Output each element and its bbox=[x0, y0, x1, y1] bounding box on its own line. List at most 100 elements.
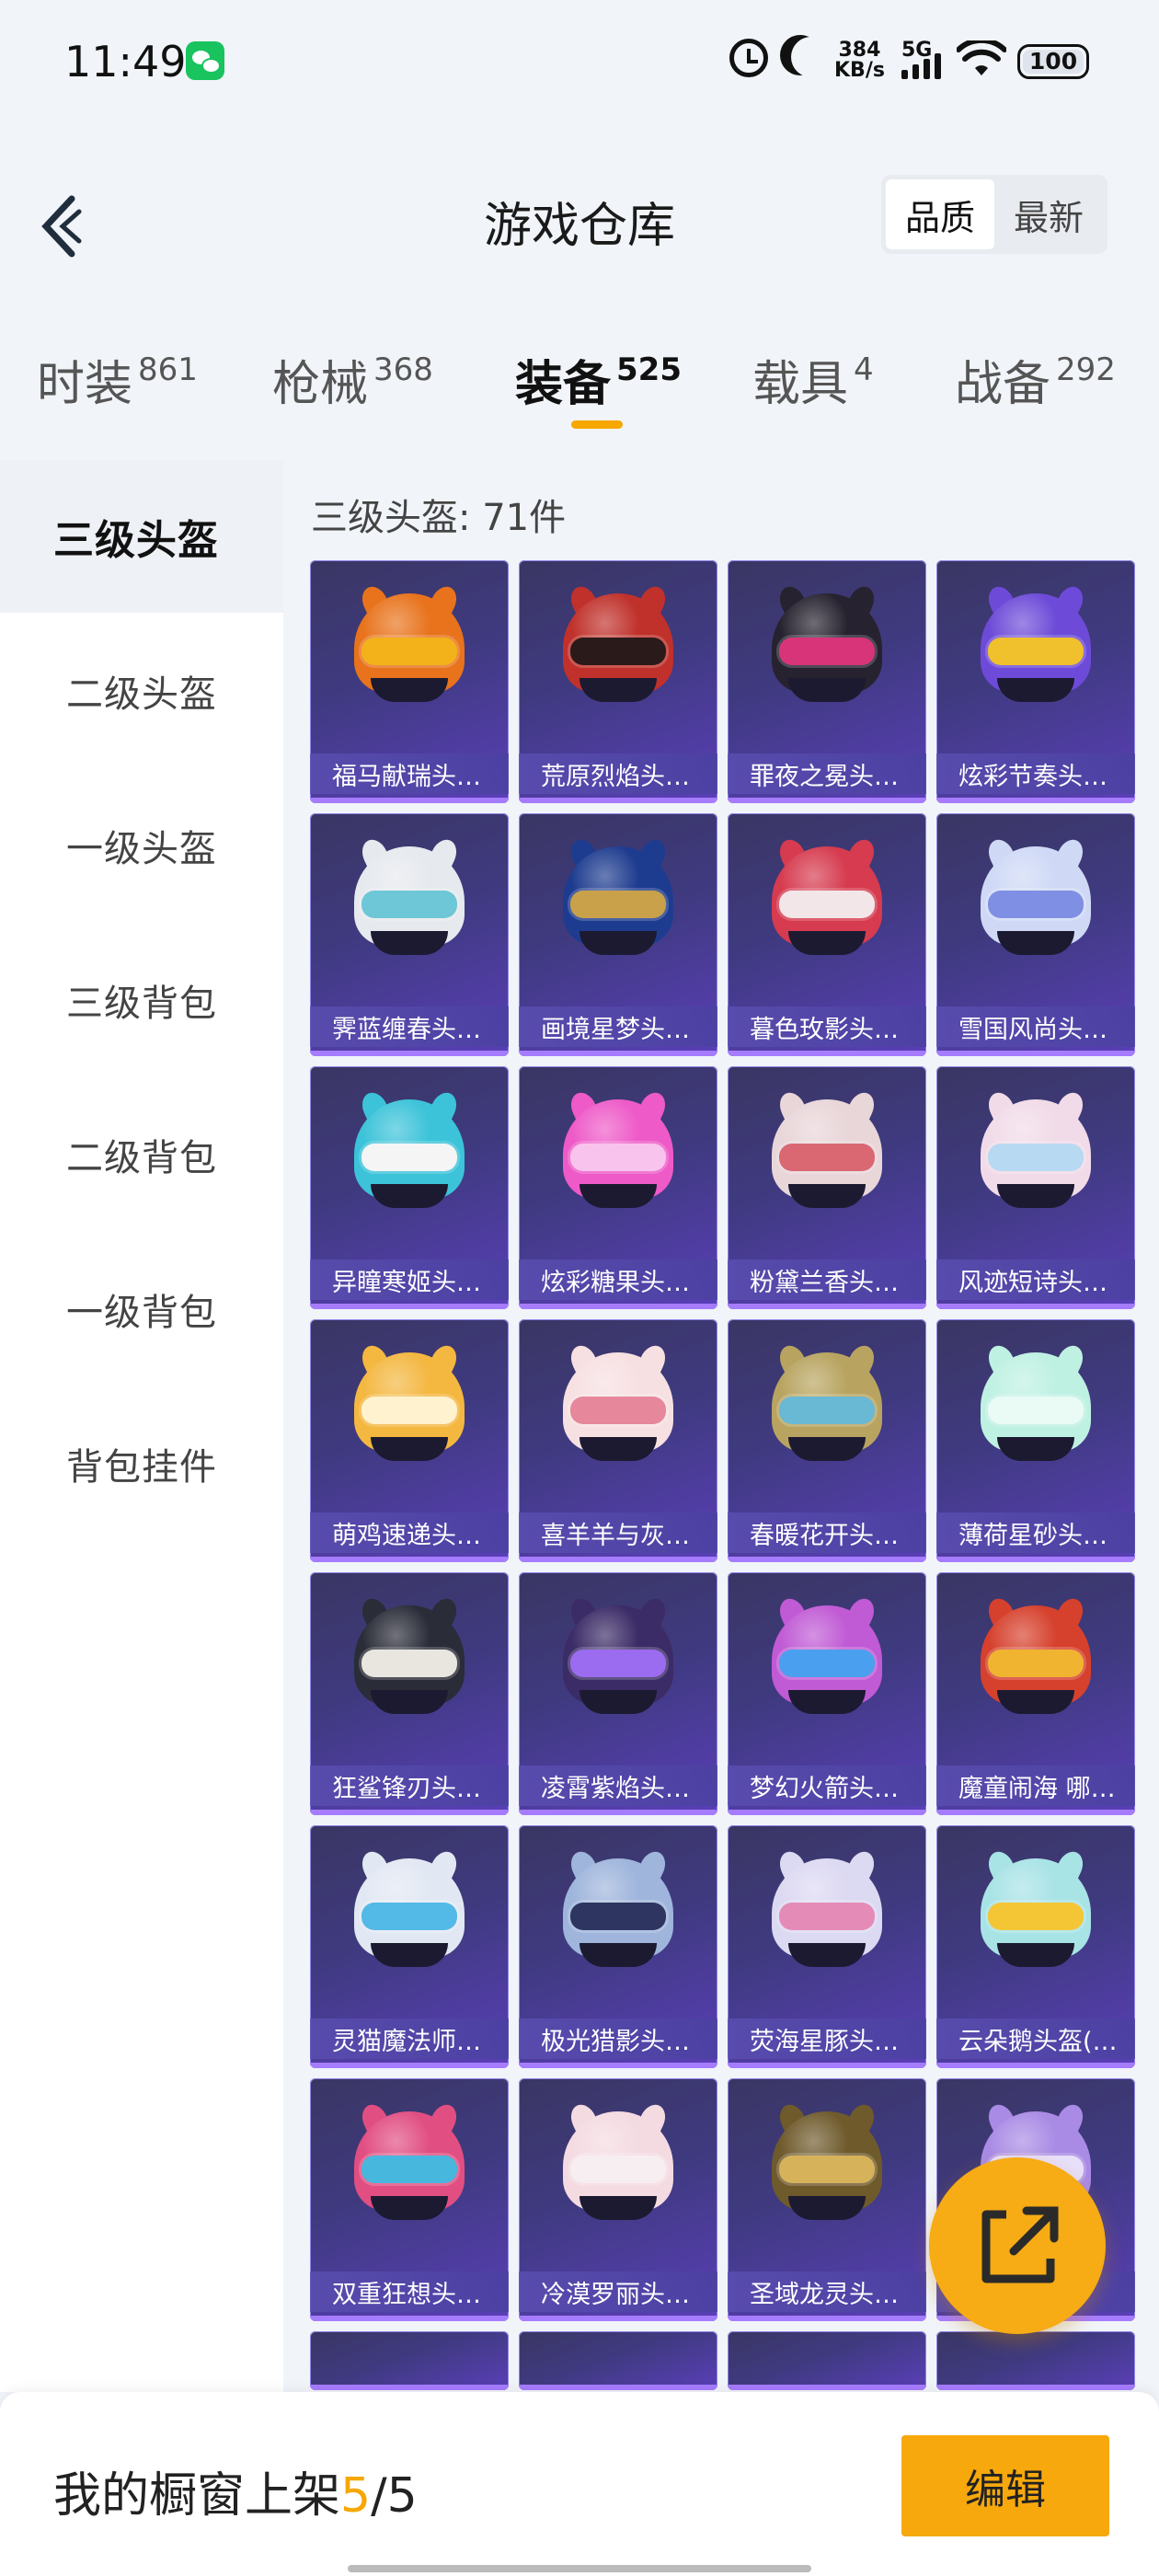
item-card[interactable]: 极光猎影头… bbox=[519, 1825, 717, 2068]
tab-vehicles[interactable]: 载具 4 bbox=[752, 345, 874, 414]
share-icon bbox=[981, 2206, 1059, 2283]
sort-option-newest[interactable]: 最新 bbox=[994, 179, 1103, 249]
pink-orchid-helmet-icon bbox=[772, 1088, 882, 1213]
item-card-partial[interactable] bbox=[519, 2331, 717, 2390]
tab-count: 292 bbox=[1056, 351, 1116, 388]
tab-count: 368 bbox=[373, 351, 433, 388]
rose-helmet-icon bbox=[772, 835, 882, 960]
item-name: 圣域龙灵头… bbox=[728, 2271, 926, 2312]
mint-helmet-icon bbox=[981, 1341, 1091, 1466]
item-card[interactable]: 圣域龙灵头… bbox=[728, 2078, 926, 2321]
item-card[interactable]: 冷漠罗丽头… bbox=[519, 2078, 717, 2321]
battery-level: 100 bbox=[1023, 50, 1084, 74]
item-card[interactable]: 福马献瑞头… bbox=[310, 560, 509, 803]
item-card[interactable]: 暮色玫影头… bbox=[728, 813, 926, 1056]
item-card-partial[interactable] bbox=[310, 2331, 509, 2390]
poem-helmet-icon bbox=[981, 1088, 1091, 1213]
item-card[interactable]: 狂鲨锋刃头… bbox=[310, 1572, 509, 1815]
back-arrow-icon[interactable] bbox=[37, 190, 92, 263]
active-tab-indicator bbox=[571, 420, 623, 429]
sheep-helmet-icon bbox=[563, 1341, 673, 1466]
item-name: 福马献瑞头… bbox=[310, 753, 509, 794]
item-name: 凌霄紫焰头… bbox=[519, 1765, 717, 1806]
item-card[interactable]: 风迹短诗头… bbox=[936, 1066, 1135, 1309]
sidebar-item-level2-backpack[interactable]: 二级背包 bbox=[0, 1078, 283, 1231]
item-card[interactable]: 荒原烈焰头… bbox=[519, 560, 717, 803]
tab-fashion[interactable]: 时装 861 bbox=[37, 345, 198, 414]
item-card[interactable]: 魔童闹海 哪… bbox=[936, 1572, 1135, 1815]
item-card[interactable]: 双重狂想头… bbox=[310, 2078, 509, 2321]
item-name: 云朵鹅头盔(… bbox=[936, 2018, 1135, 2059]
item-list: 三级头盔: 71件 福马献瑞头… 荒原烈焰头… 罪夜之冕头… 炫彩节奏头… 霁蓝缠春头…… bbox=[283, 460, 1159, 2392]
tab-supplies[interactable]: 战备 292 bbox=[955, 345, 1116, 414]
sidebar-item-level3-backpack[interactable]: 三级背包 bbox=[0, 924, 283, 1076]
edit-button[interactable]: 编辑 bbox=[901, 2435, 1109, 2536]
item-card[interactable]: 炫彩糖果头… bbox=[519, 1066, 717, 1309]
starry-helmet-icon bbox=[563, 835, 673, 960]
rocket-helmet-icon bbox=[772, 1594, 882, 1719]
item-name: 暮色玫影头… bbox=[728, 1006, 926, 1047]
item-card[interactable]: 灵猫魔法师… bbox=[310, 1825, 509, 2068]
item-name: 罪夜之冕头… bbox=[728, 753, 926, 794]
tab-firearms[interactable]: 枪械 368 bbox=[272, 345, 433, 414]
dolphin-helmet-icon bbox=[772, 1847, 882, 1972]
sidebar-item-level3-helmet[interactable]: 三级头盔 bbox=[0, 460, 283, 613]
item-name: 魔童闹海 哪… bbox=[936, 1765, 1135, 1806]
item-card[interactable]: 薄荷星砂头… bbox=[936, 1319, 1135, 1562]
status-bar: 11:49 384 KB/s 5G 100 bbox=[0, 0, 1159, 129]
sidebar-item-level2-helmet[interactable]: 二级头盔 bbox=[0, 615, 283, 767]
tab-equipment[interactable]: 装备 525 bbox=[515, 345, 682, 414]
item-card[interactable]: 凌霄紫焰头… bbox=[519, 1572, 717, 1815]
home-indicator[interactable] bbox=[348, 2565, 811, 2572]
item-card[interactable]: 春暖花开头… bbox=[728, 1319, 926, 1562]
item-name: 粉黛兰香头… bbox=[728, 1259, 926, 1300]
item-card[interactable]: 喜羊羊与灰… bbox=[519, 1319, 717, 1562]
item-name: 炫彩节奏头… bbox=[936, 753, 1135, 794]
network-speed-unit: KB/s bbox=[834, 59, 885, 82]
item-name: 灵猫魔法师… bbox=[310, 2018, 509, 2059]
tab-label: 载具 bbox=[752, 357, 849, 412]
item-card[interactable]: 异瞳寒姬头… bbox=[310, 1066, 509, 1309]
signal-icon bbox=[901, 53, 941, 79]
item-name: 萌鸡速递头… bbox=[310, 1512, 509, 1553]
dark-helmet-icon bbox=[772, 582, 882, 707]
item-card[interactable]: 炫彩节奏头… bbox=[936, 560, 1135, 803]
lolita-helmet-icon bbox=[563, 2100, 673, 2225]
bottom-bar: 我的橱窗上架5/5 编辑 bbox=[0, 2392, 1159, 2576]
sidebar-item-level1-helmet[interactable]: 一级头盔 bbox=[0, 769, 283, 922]
item-name: 画境星梦头… bbox=[519, 1006, 717, 1047]
item-card[interactable]: 云朵鹅头盔(… bbox=[936, 1825, 1135, 2068]
network-speed: 384 KB/s bbox=[834, 40, 885, 81]
purple-flame-helmet-icon bbox=[563, 1594, 673, 1719]
goose-helmet-icon bbox=[981, 1847, 1091, 1972]
item-card[interactable]: 萌鸡速递头… bbox=[310, 1319, 509, 1562]
item-card[interactable]: 雪国风尚头… bbox=[936, 813, 1135, 1056]
network-speed-value: 384 bbox=[838, 39, 881, 62]
item-card[interactable]: 梦幻火箭头… bbox=[728, 1572, 926, 1815]
item-card-partial[interactable] bbox=[728, 2331, 926, 2390]
item-name: 荧海星豚头… bbox=[728, 2018, 926, 2059]
item-card[interactable]: 罪夜之冕头… bbox=[728, 560, 926, 803]
item-card[interactable]: 荧海星豚头… bbox=[728, 1825, 926, 2068]
aurora-helmet-icon bbox=[563, 1847, 673, 1972]
sidebar-item-backpack-charm[interactable]: 背包挂件 bbox=[0, 1387, 283, 1540]
showcase-current: 5 bbox=[340, 2468, 372, 2524]
category-tabs: 时装 861 枪械 368 装备 525 载具 4 战备 292 bbox=[0, 327, 1159, 432]
item-name: 极光猎影头… bbox=[519, 2018, 717, 2059]
battery-icon: 100 bbox=[1017, 44, 1089, 79]
item-card-partial[interactable] bbox=[936, 2331, 1135, 2390]
tab-label: 装备 bbox=[515, 357, 612, 412]
share-button[interactable] bbox=[929, 2157, 1106, 2334]
item-card[interactable]: 霁蓝缠春头… bbox=[310, 813, 509, 1056]
dragon-helmet-icon bbox=[772, 2100, 882, 2225]
item-name: 风迹短诗头… bbox=[936, 1259, 1135, 1300]
item-card[interactable]: 画境星梦头… bbox=[519, 813, 717, 1056]
do-not-disturb-moon-icon bbox=[791, 37, 832, 77]
item-name: 狂鲨锋刃头… bbox=[310, 1765, 509, 1806]
flower-helmet-icon bbox=[772, 1341, 882, 1466]
sort-option-quality[interactable]: 品质 bbox=[886, 179, 994, 249]
sort-toggle: 品质 最新 bbox=[881, 175, 1107, 254]
wifi-icon bbox=[957, 40, 1006, 75]
item-card[interactable]: 粉黛兰香头… bbox=[728, 1066, 926, 1309]
sidebar-item-level1-backpack[interactable]: 一级背包 bbox=[0, 1233, 283, 1386]
